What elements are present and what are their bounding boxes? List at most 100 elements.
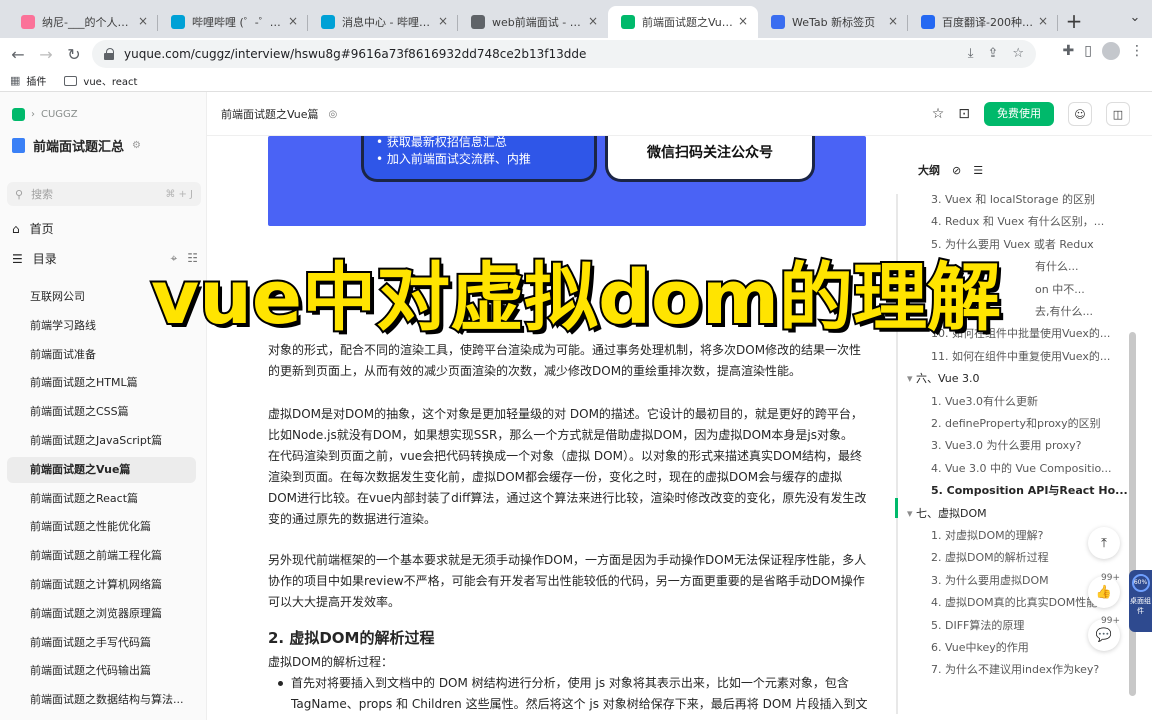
eye-off-icon[interactable]: ⊘ bbox=[952, 164, 961, 177]
tab-label: 消息中心 - 哔哩哔哩弹 bbox=[342, 16, 434, 29]
tab-close-icon[interactable]: × bbox=[136, 14, 150, 28]
tab-close-icon[interactable]: × bbox=[886, 14, 900, 28]
outline-item[interactable]: 1. Vue3.0有什么更新 bbox=[931, 393, 1131, 409]
free-use-button[interactable]: 免费使用 bbox=[984, 102, 1054, 126]
outline-toggle-icon[interactable]: ◫ bbox=[1106, 102, 1130, 126]
sidebar-doc-item[interactable]: 前端面试题之CSS篇 bbox=[7, 399, 196, 425]
bookmark-vue-react[interactable]: vue、react bbox=[64, 73, 137, 88]
tab-favicon-icon bbox=[771, 15, 785, 29]
caret-down-icon[interactable]: ▾ bbox=[907, 507, 916, 520]
tab-close-icon[interactable]: × bbox=[286, 14, 300, 28]
sidebar-doc-item[interactable]: 前端面试题之JavaScript篇 bbox=[7, 428, 196, 454]
outline-header: 大纲 ⊘ ☰ bbox=[918, 162, 983, 178]
sidebar-doc-item[interactable]: 前端面试题之代码输出篇 bbox=[7, 658, 196, 684]
browser-tab[interactable]: 消息中心 - 哔哩哔哩弹× bbox=[308, 6, 458, 38]
sidebar-doc-item[interactable]: 前端面试题之数据结构与算法... bbox=[7, 687, 196, 713]
browser-menu-icon[interactable]: ⋮ bbox=[1130, 43, 1144, 59]
comment-count-badge: 99+ bbox=[1101, 616, 1120, 626]
banner-line: • 获取最新权招信息汇总 bbox=[376, 136, 507, 149]
banner-qr-card: 微信扫码关注公众号 bbox=[605, 136, 815, 182]
install-icon[interactable]: ⤓ bbox=[968, 46, 974, 61]
search-input[interactable]: ⚲ 搜索 ⌘ + J bbox=[7, 182, 201, 206]
widget-label: 桌面组件 bbox=[1130, 597, 1151, 615]
caret-down-icon[interactable]: ▾ bbox=[907, 372, 916, 385]
sidebar-doc-item[interactable]: 前端面试题之HTML篇 bbox=[7, 370, 196, 396]
outline-section[interactable]: ▾ 六、Vue 3.0 bbox=[907, 370, 1107, 386]
article-body: • 获取最新权招信息汇总 • 加入前端面试交流群、内推 微信扫码关注公众号 对象… bbox=[207, 136, 895, 720]
sidebar-item-home[interactable]: ⌂ 首页 bbox=[12, 220, 54, 237]
browser-tab[interactable]: 哔哩哔哩 (゜-゜)つロ 干× bbox=[158, 6, 308, 38]
outline-item[interactable]: 5. Composition API与React Ho... bbox=[931, 482, 1131, 498]
tab-favicon-icon bbox=[621, 15, 635, 29]
share-icon[interactable]: ⇪ bbox=[987, 46, 998, 61]
sidebar-doc-item[interactable]: 前端面试题之性能优化篇 bbox=[7, 514, 196, 540]
outline-item[interactable]: 4. Vue 3.0 中的 Vue Compositio... bbox=[931, 460, 1131, 476]
bookmark-star-icon[interactable]: ☆ bbox=[1012, 46, 1024, 61]
sidebar-doc-item[interactable]: 前端面试题之计算机网络篇 bbox=[7, 572, 196, 598]
comment-icon[interactable]: ☺ bbox=[1068, 102, 1092, 126]
outline-active-indicator bbox=[895, 498, 898, 518]
outline-item[interactable]: 7. 为什么不建议用index作为key? bbox=[931, 661, 1131, 677]
sidebar-doc-item[interactable]: 前端面试题之React篇 bbox=[7, 486, 196, 512]
yuque-logo-icon bbox=[12, 108, 25, 121]
sidebar-doc-item[interactable]: 前端面试题之浏览器原理篇 bbox=[7, 601, 196, 627]
bookmark-plugins[interactable]: ▦ 插件 bbox=[10, 73, 46, 88]
outline-level-icon[interactable]: ☰ bbox=[973, 164, 983, 177]
lock-icon bbox=[104, 48, 114, 60]
browser-tab[interactable]: 纳尼-___的个人空间_哔× bbox=[8, 6, 158, 38]
outline-item[interactable]: 11. 如何在组件中重复使用Vuex的... bbox=[931, 348, 1131, 364]
speech-bubble-icon: 💬 bbox=[1095, 627, 1113, 643]
search-shortcut: ⌘ + J bbox=[165, 188, 193, 200]
tab-label: 纳尼-___的个人空间_哔 bbox=[42, 16, 134, 29]
tab-favicon-icon bbox=[321, 15, 335, 29]
tab-search-chevron-icon[interactable]: ⌄ bbox=[1126, 10, 1144, 28]
star-icon[interactable]: ☆ bbox=[932, 106, 945, 122]
paragraph: 虚拟DOM是对DOM的抽象，这个对象是更加轻量级的对 DOM的描述。它设计的最初… bbox=[268, 407, 867, 526]
browser-tab[interactable]: 百度翻译-200种语言互× bbox=[908, 6, 1058, 38]
home-label: 首页 bbox=[29, 222, 54, 236]
tab-close-icon[interactable]: × bbox=[736, 14, 750, 28]
sidebar-doc-item[interactable]: 前端面试题之前端工程化篇 bbox=[7, 543, 196, 569]
url-text: yuque.com/cuggz/interview/hswu8g#9616a73… bbox=[124, 47, 587, 61]
outline-section-label: 七、虚拟DOM bbox=[916, 506, 987, 520]
sidebar-doc-item[interactable]: 前端面试题之手写代码篇 bbox=[7, 630, 196, 656]
tab-close-icon[interactable]: × bbox=[1036, 14, 1050, 28]
bookmarks-bar: ▦ 插件 vue、react bbox=[0, 70, 1152, 92]
sidebar-doc-item[interactable]: 前端面试准备 bbox=[7, 342, 196, 368]
reload-icon[interactable]: ↻ bbox=[60, 40, 88, 68]
outline-section[interactable]: ▾ 七、虚拟DOM bbox=[907, 505, 1107, 521]
section-heading: 2. 虚拟DOM的解析过程 bbox=[268, 629, 435, 647]
breadcrumb[interactable]: › CUGGZ bbox=[12, 108, 78, 121]
outline-item[interactable]: 3. Vuex 和 localStorage 的区别 bbox=[931, 191, 1131, 207]
tab-close-icon[interactable]: × bbox=[586, 14, 600, 28]
outline-item[interactable]: 4. Redux 和 Vuex 有什么区别，... bbox=[931, 213, 1131, 229]
address-bar[interactable]: yuque.com/cuggz/interview/hswu8g#9616a73… bbox=[92, 40, 1036, 68]
paragraph: 另外现代前端框架的一个基本要求就是无须手动操作DOM，一方面是因为手动操作DOM… bbox=[268, 553, 867, 609]
banner-info-card: • 获取最新权招信息汇总 • 加入前端面试交流群、内推 bbox=[361, 136, 597, 182]
browser-tab[interactable]: 前端面试题之Vue篇 × bbox=[608, 6, 758, 38]
back-arrow-icon[interactable]: ← bbox=[4, 40, 32, 68]
forward-arrow-icon[interactable]: → bbox=[32, 40, 60, 68]
sidebar-doc-item[interactable]: 前端面试题之Vue篇 bbox=[7, 456, 196, 483]
book-title[interactable]: 前端面试题汇总 ⚙ bbox=[12, 136, 141, 155]
profile-avatar[interactable] bbox=[1102, 42, 1120, 60]
outline-item[interactable]: 3. Vue3.0 为什么要用 proxy? bbox=[931, 437, 1131, 453]
side-panel-icon[interactable]: ▯ bbox=[1084, 43, 1092, 59]
browser-tab[interactable]: web前端面试 - 面试官× bbox=[458, 6, 608, 38]
outline-item[interactable]: 2. defineProperty和proxy的区别 bbox=[931, 415, 1131, 431]
tab-label: 百度翻译-200种语言互 bbox=[942, 16, 1034, 29]
settings-icon[interactable]: ⚙ bbox=[132, 140, 141, 151]
thumbs-up-icon: 👍 bbox=[1095, 584, 1113, 600]
folder-icon bbox=[64, 75, 78, 86]
tab-close-icon[interactable]: × bbox=[436, 14, 450, 28]
desktop-widget[interactable]: 60% 桌面组件 bbox=[1129, 570, 1152, 632]
extensions-puzzle-icon[interactable]: ✚ bbox=[1063, 43, 1075, 59]
book-title-text: 前端面试题汇总 bbox=[33, 140, 125, 155]
search-icon: ⚲ bbox=[15, 187, 24, 201]
chevron-right-icon: › bbox=[31, 109, 35, 120]
back-to-top-button[interactable]: ⤒ bbox=[1088, 527, 1120, 559]
present-icon[interactable]: ⊡ bbox=[958, 106, 970, 122]
browser-toolbar: ← → ↻ yuque.com/cuggz/interview/hswu8g#9… bbox=[0, 38, 1152, 70]
new-tab-button[interactable]: + bbox=[1058, 6, 1090, 38]
browser-tab[interactable]: WeTab 新标签页 × bbox=[758, 6, 908, 38]
